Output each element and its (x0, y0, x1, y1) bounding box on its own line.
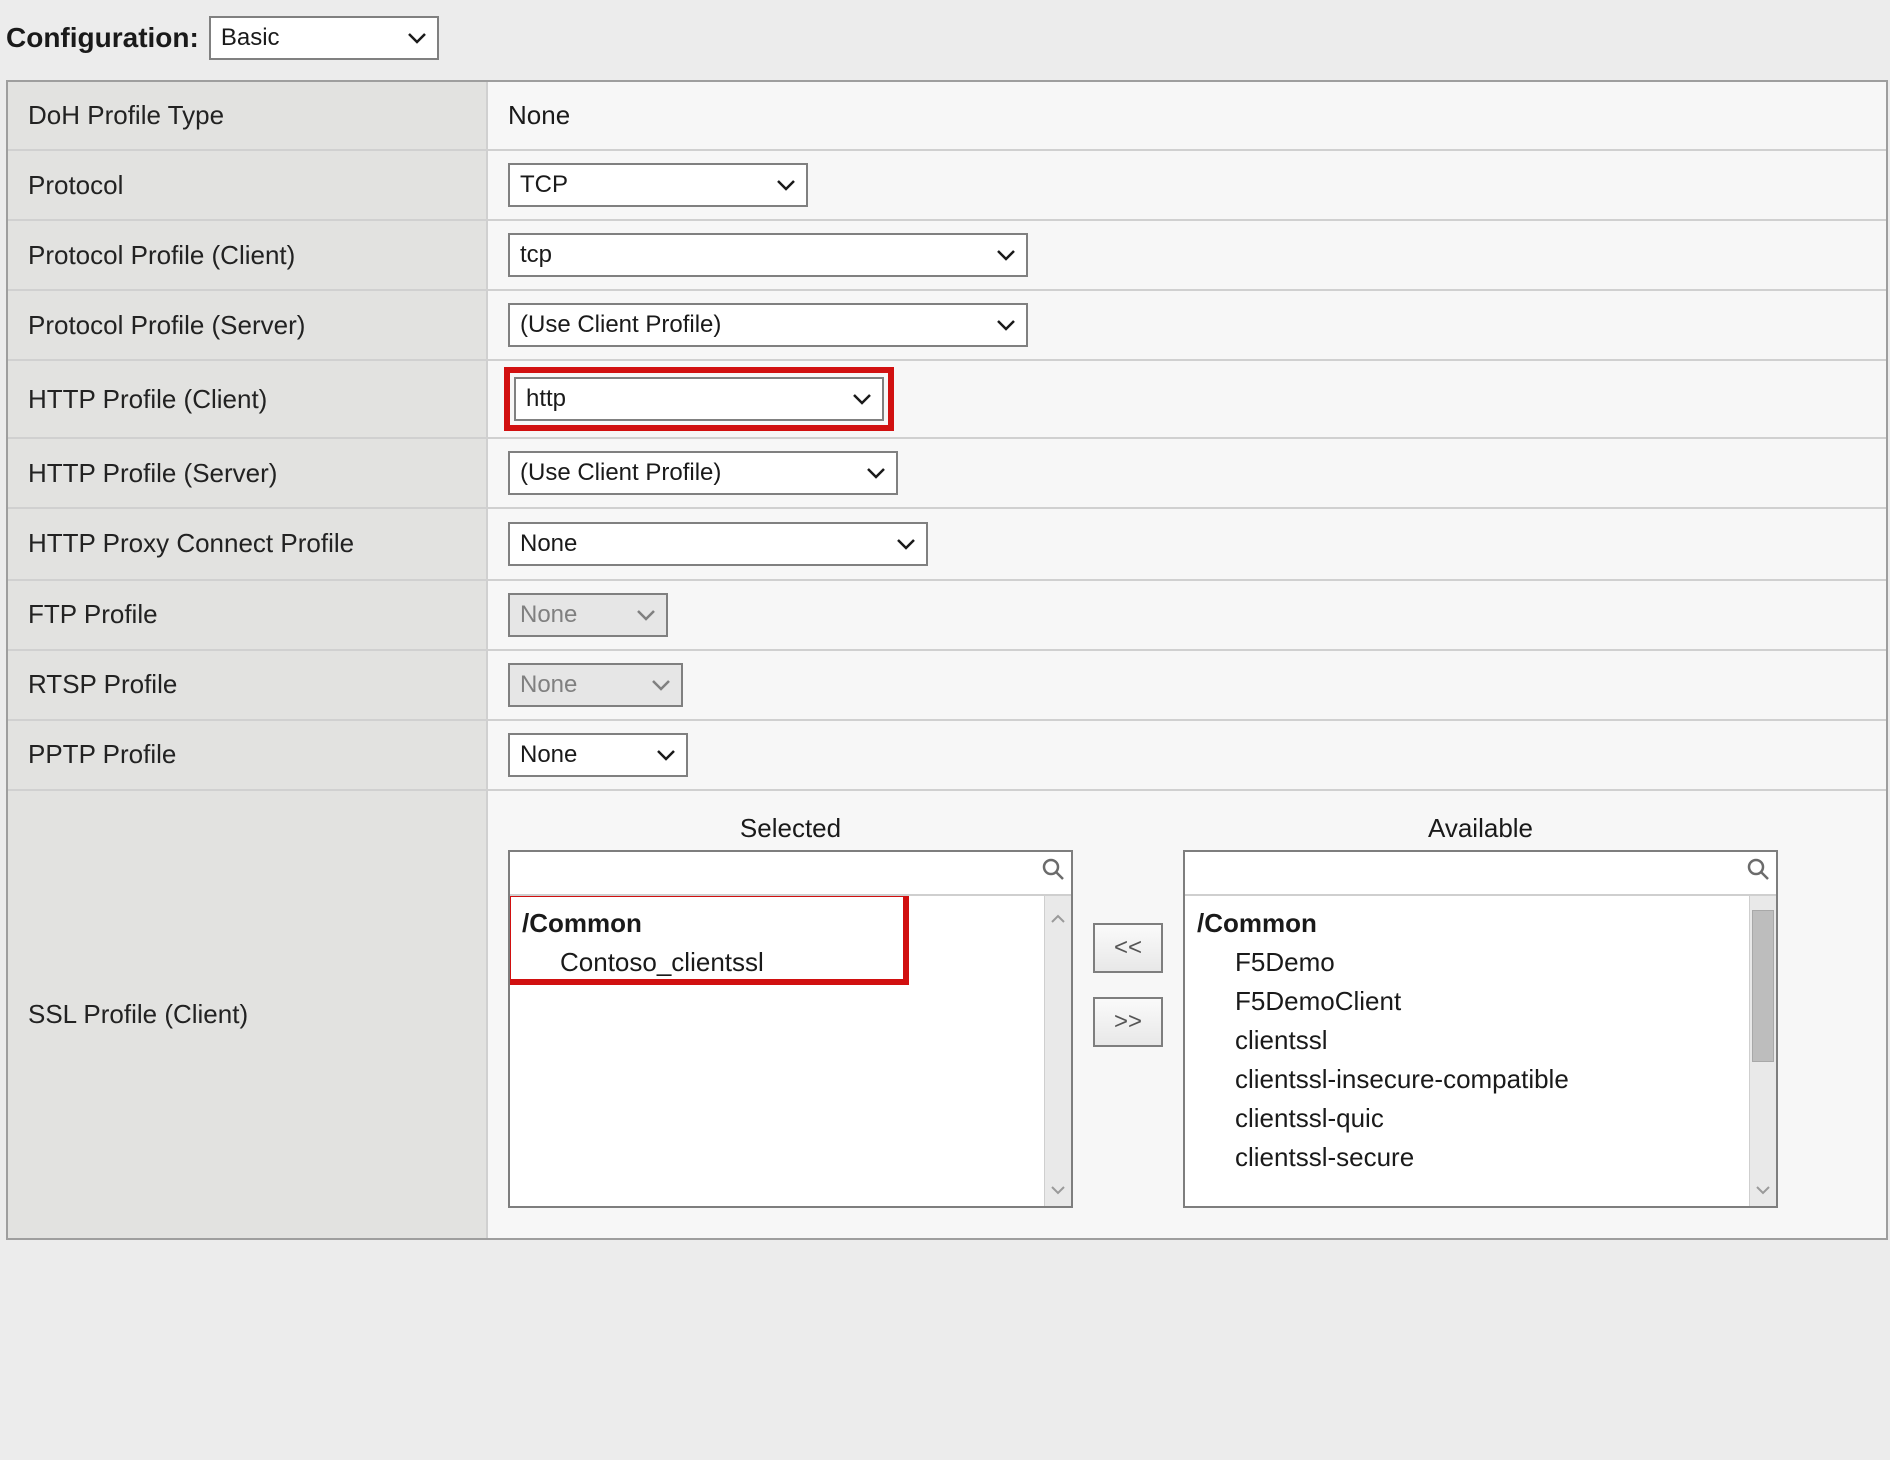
label-http-profile-client: HTTP Profile (Client) (8, 361, 488, 437)
highlight-http-profile-client: http (504, 367, 894, 431)
list-item[interactable]: clientssl (1197, 1021, 1764, 1060)
chevron-down-icon (651, 679, 671, 691)
rtsp-profile-select-value: None (520, 671, 577, 699)
label-http-proxy-connect-profile: HTTP Proxy Connect Profile (8, 509, 488, 579)
ssl-selected-listbox[interactable]: /Common Contoso_clientssl (508, 850, 1073, 1208)
list-item[interactable]: F5DemoClient (1197, 982, 1764, 1021)
chevron-down-icon (656, 749, 676, 761)
row-ssl-profile-client: SSL Profile (Client) Selected (8, 791, 1886, 1238)
ssl-selected-title: Selected (740, 813, 841, 844)
search-icon (1041, 857, 1065, 888)
value-doh-profile-type: None (488, 82, 1886, 149)
ssl-available-title: Available (1428, 813, 1533, 844)
row-ftp-profile: FTP Profile None (8, 581, 1886, 651)
protocol-select[interactable]: TCP (508, 163, 808, 207)
list-item[interactable]: clientssl-quic (1197, 1099, 1764, 1138)
ssl-available-group: /Common (1197, 904, 1764, 943)
ssl-available-search-row (1185, 852, 1776, 896)
http-profile-server-select-value: (Use Client Profile) (520, 459, 721, 487)
chevron-down-icon (636, 609, 656, 621)
row-http-proxy-connect-profile: HTTP Proxy Connect Profile None (8, 509, 1886, 581)
ssl-dual-list: Selected /Common (508, 803, 1778, 1226)
scrollbar[interactable] (1749, 896, 1776, 1206)
label-http-profile-server: HTTP Profile (Server) (8, 439, 488, 507)
label-ssl-profile-client: SSL Profile (Client) (8, 791, 488, 1238)
label-protocol-profile-client: Protocol Profile (Client) (8, 221, 488, 289)
label-protocol-profile-server: Protocol Profile (Server) (8, 291, 488, 359)
pptp-profile-select[interactable]: None (508, 733, 688, 777)
http-proxy-connect-profile-select[interactable]: None (508, 522, 928, 566)
search-icon (1746, 857, 1770, 888)
scroll-up-icon[interactable] (1050, 896, 1066, 935)
configuration-select[interactable]: Basic (209, 16, 439, 60)
chevron-down-icon (776, 179, 796, 191)
protocol-select-value: TCP (520, 171, 568, 199)
list-item[interactable]: clientssl-secure (1197, 1138, 1764, 1177)
protocol-profile-server-select-value: (Use Client Profile) (520, 311, 721, 339)
scroll-thumb[interactable] (1752, 910, 1774, 1062)
pptp-profile-select-value: None (520, 741, 577, 769)
configuration-table: DoH Profile Type None Protocol TCP Proto… (6, 80, 1888, 1240)
ssl-available-search-input[interactable] (1185, 852, 1746, 894)
chevron-down-icon (896, 538, 916, 550)
scroll-down-icon[interactable] (1755, 1167, 1771, 1206)
row-protocol-profile-server: Protocol Profile (Server) (Use Client Pr… (8, 291, 1886, 361)
list-item[interactable]: Contoso_clientssl (522, 943, 1059, 982)
chevron-down-icon (996, 319, 1016, 331)
ssl-selected-column: Selected /Common (508, 813, 1073, 1208)
rtsp-profile-select: None (508, 663, 683, 707)
row-rtsp-profile: RTSP Profile None (8, 651, 1886, 721)
label-pptp-profile: PPTP Profile (8, 721, 488, 789)
http-profile-client-select-value: http (526, 385, 566, 413)
row-protocol-profile-client: Protocol Profile (Client) tcp (8, 221, 1886, 291)
configuration-select-value: Basic (221, 24, 280, 52)
http-profile-client-select[interactable]: http (514, 377, 884, 421)
protocol-profile-client-select[interactable]: tcp (508, 233, 1028, 277)
scrollbar[interactable] (1044, 896, 1071, 1206)
configuration-header: Configuration: Basic (0, 0, 1890, 80)
move-right-button[interactable]: >> (1093, 997, 1163, 1047)
configuration-label: Configuration: (6, 22, 199, 54)
protocol-profile-client-select-value: tcp (520, 241, 552, 269)
protocol-profile-server-select[interactable]: (Use Client Profile) (508, 303, 1028, 347)
label-ftp-profile: FTP Profile (8, 581, 488, 649)
http-proxy-connect-profile-select-value: None (520, 530, 577, 558)
ssl-move-buttons: << >> (1093, 923, 1163, 1047)
row-http-profile-server: HTTP Profile (Server) (Use Client Profil… (8, 439, 1886, 509)
ssl-selected-group: /Common (522, 904, 1059, 943)
row-pptp-profile: PPTP Profile None (8, 721, 1886, 791)
ssl-selected-search-input[interactable] (510, 852, 1041, 894)
chevron-down-icon (407, 32, 427, 44)
http-profile-server-select[interactable]: (Use Client Profile) (508, 451, 898, 495)
label-rtsp-profile: RTSP Profile (8, 651, 488, 719)
ftp-profile-select: None (508, 593, 668, 637)
row-http-profile-client: HTTP Profile (Client) http (8, 361, 1886, 439)
chevron-down-icon (852, 393, 872, 405)
chevron-down-icon (996, 249, 1016, 261)
list-item[interactable]: F5Demo (1197, 943, 1764, 982)
row-protocol: Protocol TCP (8, 151, 1886, 221)
row-doh-profile-type: DoH Profile Type None (8, 82, 1886, 151)
ssl-available-column: Available /Common F (1183, 813, 1778, 1208)
scroll-down-icon[interactable] (1050, 1167, 1066, 1206)
label-protocol: Protocol (8, 151, 488, 219)
ssl-available-listbox[interactable]: /Common F5Demo F5DemoClient clientssl cl… (1183, 850, 1778, 1208)
label-doh-profile-type: DoH Profile Type (8, 82, 488, 149)
move-left-button[interactable]: << (1093, 923, 1163, 973)
ftp-profile-select-value: None (520, 601, 577, 629)
chevron-down-icon (866, 467, 886, 479)
ssl-selected-search-row (510, 852, 1071, 896)
list-item[interactable]: clientssl-insecure-compatible (1197, 1060, 1764, 1099)
